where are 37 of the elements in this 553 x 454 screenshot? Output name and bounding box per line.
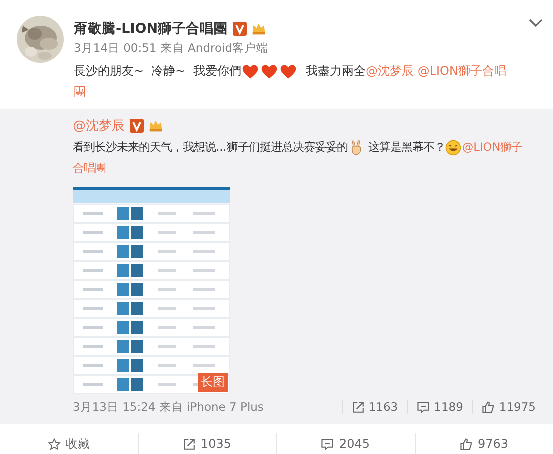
thumbs-up-icon [460,438,473,450]
stat-count: 1163 [368,400,398,414]
crown-icon [252,22,266,36]
stat-count: 1189 [434,400,464,414]
action-button[interactable]: 2045 [276,433,414,454]
verified-icon [130,119,144,133]
author-name[interactable]: 甭敬騰-LION獅子合唱團 [74,20,228,38]
mention-link[interactable]: @LION獅子 [462,140,523,155]
mention-link[interactable]: 團 [74,84,86,101]
verified-icon [233,22,248,36]
post-meta: 3月14日 00:51 来自 Android客户端 [74,41,270,56]
action-button[interactable]: 收藏 [0,433,138,454]
action-button[interactable]: 1035 [138,433,276,454]
mention-link[interactable]: 合唱團 [73,161,106,176]
long-image-badge: 长图 [198,373,228,392]
comment-icon [417,400,430,414]
chevron-down-icon[interactable] [529,18,543,28]
star-icon [48,438,61,450]
share-icon [352,400,365,414]
mention-link[interactable]: @沈梦辰 [366,63,414,80]
comment-icon [321,438,334,450]
action-button[interactable]: 9763 [414,433,553,454]
stat-count: 11975 [499,400,536,414]
repost-meta: 3月13日 15:24 来自 iPhone 7 Plus [73,400,265,414]
post-text: 这算是黑幕不？ [367,140,446,155]
share-icon [182,438,196,450]
grinning-face-icon [445,140,462,156]
post-text: 我盡力兩全 [305,63,366,80]
crown-icon [149,119,163,133]
heart-icon [242,64,260,80]
heart-icon [280,64,298,80]
thumbs-up-icon [482,400,496,414]
heart-icon [261,64,278,80]
post-text: 看到长沙未来的天气，我想说...狮子们挺进总决赛妥妥的 [73,140,348,155]
post-text: 長沙的朋友~ 冷静~ 我爱你們 [74,63,242,80]
author-link[interactable]: @沈梦辰 [73,117,125,135]
mention-link[interactable]: @LION獅子合唱 [414,63,506,80]
